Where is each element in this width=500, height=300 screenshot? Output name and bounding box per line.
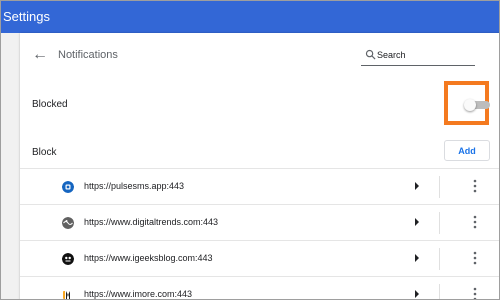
more-vert-icon[interactable] xyxy=(470,215,480,229)
chevron-right-icon[interactable] xyxy=(413,289,421,299)
globe-icon xyxy=(62,217,74,229)
divider xyxy=(439,284,440,299)
search-placeholder: Search xyxy=(377,50,406,60)
site-row: https://www.digitaltrends.com:443 xyxy=(20,204,499,241)
block-section-label: Block xyxy=(32,147,57,158)
page-title: Notifications xyxy=(58,49,118,61)
imore-icon xyxy=(63,291,70,299)
back-arrow-icon[interactable]: ← xyxy=(32,47,48,63)
toggle-knob xyxy=(464,99,476,111)
window-title: Settings xyxy=(3,9,50,24)
title-bar: Settings xyxy=(1,1,499,33)
search-field[interactable]: Search xyxy=(361,47,475,66)
notifications-card: ← Notifications Search Blocked Block Add… xyxy=(20,33,499,300)
more-vert-icon[interactable] xyxy=(470,287,480,300)
add-button[interactable]: Add xyxy=(444,140,490,161)
chevron-right-icon[interactable] xyxy=(413,217,421,227)
site-row: https://pulsesms.app:443 xyxy=(20,168,499,205)
blocked-toggle[interactable] xyxy=(464,99,490,111)
more-vert-icon[interactable] xyxy=(470,179,480,193)
site-row: https://www.imore.com:443 xyxy=(20,276,499,300)
site-url: https://www.imore.com:443 xyxy=(84,289,193,299)
pulse-icon xyxy=(62,181,74,193)
divider xyxy=(439,212,440,234)
divider xyxy=(439,248,440,270)
site-url: https://www.igeeksblog.com:443 xyxy=(84,253,213,263)
chevron-right-icon[interactable] xyxy=(413,253,421,263)
site-url: https://pulsesms.app:443 xyxy=(84,181,185,191)
blocked-label: Blocked xyxy=(32,99,68,110)
site-url: https://www.digitaltrends.com:443 xyxy=(84,217,219,227)
igeeks-icon xyxy=(62,253,74,265)
search-icon xyxy=(365,49,376,60)
more-vert-icon[interactable] xyxy=(470,251,480,265)
site-row: https://www.igeeksblog.com:443 xyxy=(20,240,499,277)
divider xyxy=(439,176,440,198)
app-window: Settings ← Notifications Search Blocked … xyxy=(0,0,500,300)
chevron-right-icon[interactable] xyxy=(413,181,421,191)
